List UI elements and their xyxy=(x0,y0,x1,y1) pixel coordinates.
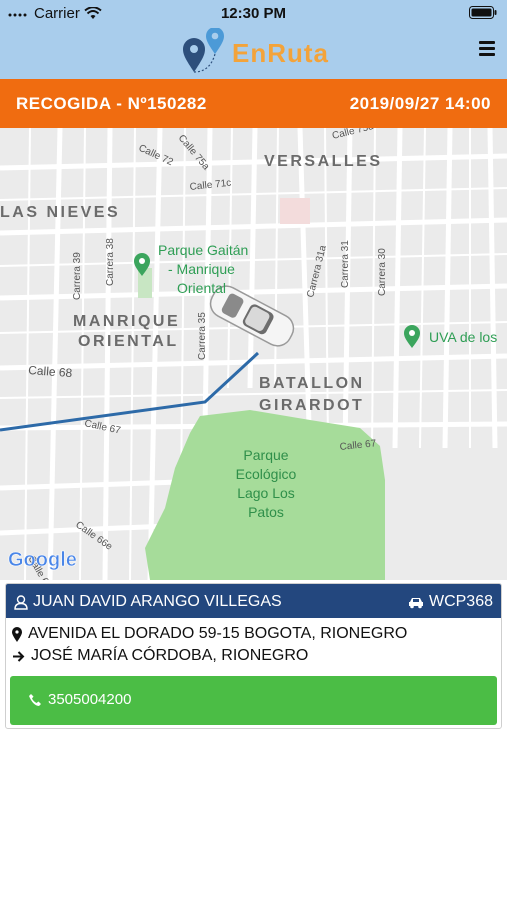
google-attribution[interactable]: Google xyxy=(8,549,77,572)
destination-address: JOSÉ MARÍA CÓRDOBA, RIONEGRO xyxy=(12,647,308,665)
street-label: Carrera 35 xyxy=(197,312,208,360)
map-pin-icon xyxy=(12,626,22,642)
battery-icon xyxy=(469,6,497,23)
map-label-batallon: BATALLON xyxy=(259,375,365,392)
poi-park-ecologico-line1: Parque xyxy=(243,447,288,463)
map-label-girardot: GIRARDOT xyxy=(259,397,364,414)
poi-park-ecologico-line3: Lago Los xyxy=(237,485,295,501)
call-button-content: 3505004200 xyxy=(28,691,131,708)
vehicle-plate: WCP368 xyxy=(428,593,493,610)
poi-park-gaitan-line2: - Manrique xyxy=(168,261,235,277)
app-header: Carrier 12:30 PM EnRuta xyxy=(0,0,507,79)
service-card: JUAN DAVID ARANGO VILLEGAS WCP368 AVENID… xyxy=(5,583,502,729)
destination-text: JOSÉ MARÍA CÓRDOBA, RIONEGRO xyxy=(31,647,309,664)
map-label-las-nieves: LAS NIEVES xyxy=(0,204,120,221)
origin-text: AVENIDA EL DORADO 59-15 BOGOTA, RIONEGRO xyxy=(28,625,408,642)
trip-title: RECOGIDA - Nº150282 xyxy=(16,94,207,113)
service-card-header: JUAN DAVID ARANGO VILLEGAS WCP368 xyxy=(6,584,501,618)
poi-park-ecologico-line2: Ecológico xyxy=(236,466,297,482)
user-icon xyxy=(14,594,28,610)
app-bar: EnRuta xyxy=(0,26,507,79)
trip-banner: RECOGIDA - Nº150282 2019/09/27 14:00 xyxy=(0,79,507,128)
poi-park-gaitan-line1: Parque Gaitán xyxy=(158,242,248,258)
poi-uva: UVA de los xyxy=(429,329,497,345)
status-bar: Carrier 12:30 PM xyxy=(0,0,507,26)
trip-datetime: 2019/09/27 14:00 xyxy=(349,94,491,113)
poi-park-ecologico-line4: Patos xyxy=(248,504,284,520)
map-label-oriental: ORIENTAL xyxy=(78,333,179,350)
call-passenger-button[interactable]: 3505004200 xyxy=(10,676,497,725)
app-name: EnRuta xyxy=(232,37,329,68)
street-label: Carrera 31 xyxy=(340,240,351,288)
map-label-versalles: VERSALLES xyxy=(264,153,383,170)
map-view[interactable]: VERSALLES LAS NIEVES MANRIQUE ORIENTAL B… xyxy=(0,128,507,580)
vehicle-info: WCP368 xyxy=(408,593,493,611)
street-label: Carrera 30 xyxy=(377,248,388,296)
arrow-right-icon xyxy=(13,650,25,662)
passenger-name: JUAN DAVID ARANGO VILLEGAS xyxy=(33,593,282,610)
passenger-info: JUAN DAVID ARANGO VILLEGAS xyxy=(14,593,282,611)
logo-pins-icon xyxy=(183,28,224,73)
street-label: Carrera 39 xyxy=(72,252,83,300)
street-label: Carrera 38 xyxy=(105,238,116,286)
phone-icon xyxy=(29,693,41,706)
building-block xyxy=(280,198,310,224)
status-time: 12:30 PM xyxy=(220,5,287,22)
origin-address: AVENIDA EL DORADO 59-15 BOGOTA, RIONEGRO xyxy=(12,625,407,643)
car-icon xyxy=(408,597,423,608)
phone-number: 3505004200 xyxy=(48,691,132,708)
map-canvas: VERSALLES LAS NIEVES MANRIQUE ORIENTAL B… xyxy=(0,128,507,580)
hamburger-menu-icon[interactable] xyxy=(479,41,495,57)
map-label-manrique: MANRIQUE xyxy=(73,313,180,330)
app-logo: EnRuta xyxy=(180,28,329,74)
poi-park-gaitan-line3: Oriental xyxy=(177,280,226,296)
